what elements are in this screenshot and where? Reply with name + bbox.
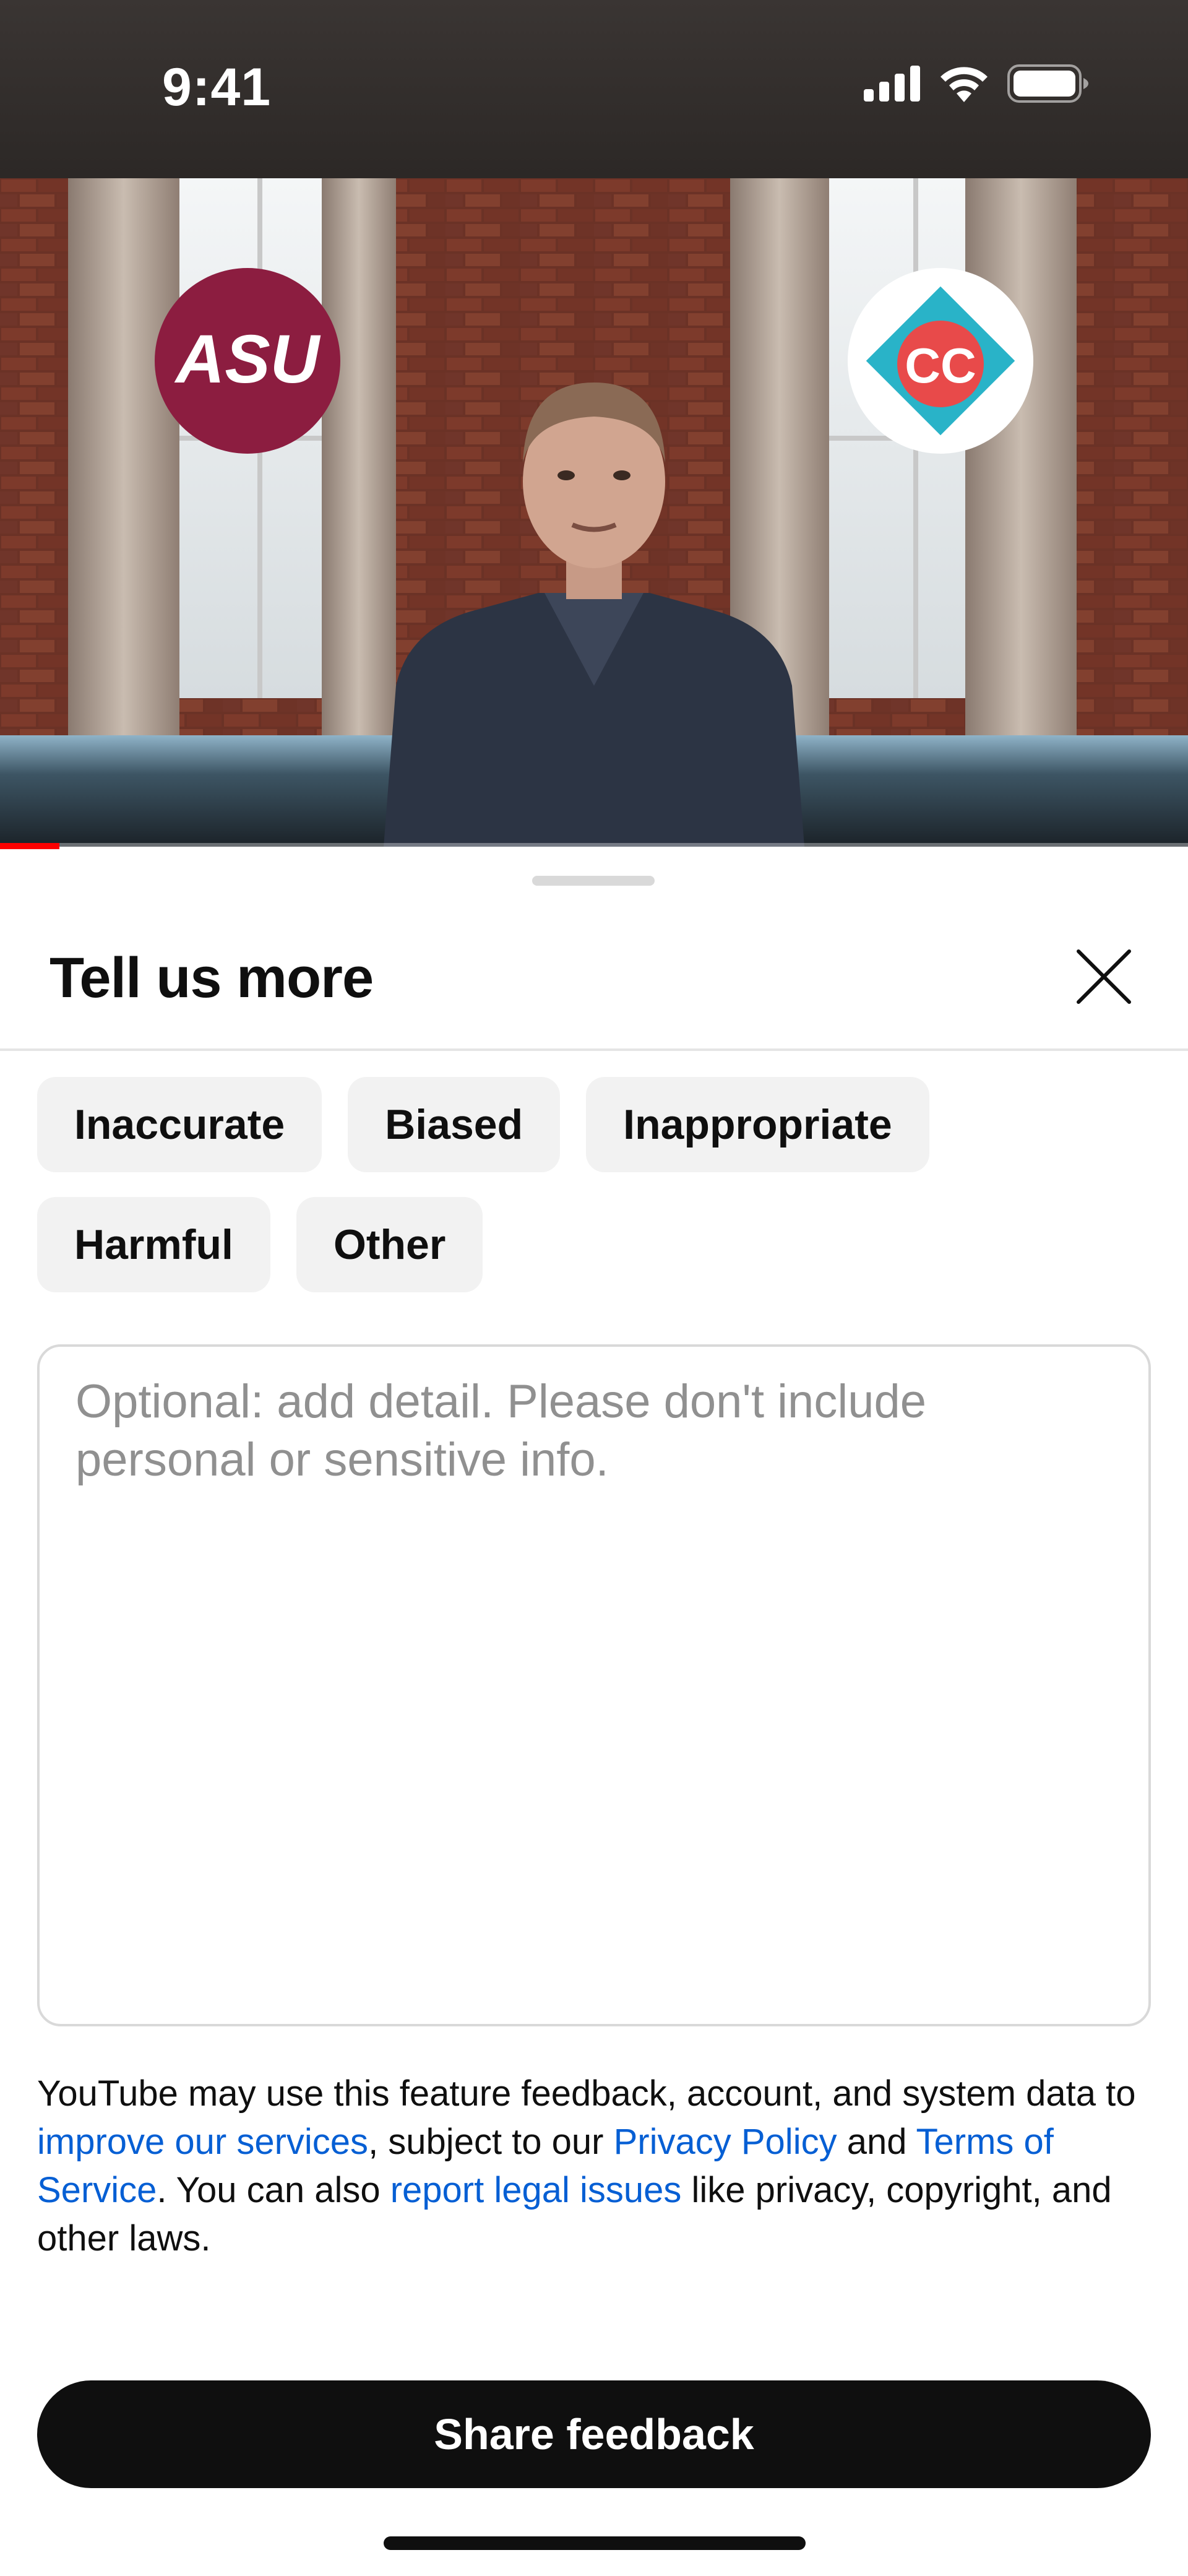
legal-text: and [837,2122,916,2162]
video-progress-track[interactable] [0,843,1188,849]
video-player[interactable]: ASU CC [0,178,1188,847]
chip-row: Harmful Other [37,1197,1151,1292]
chip-other[interactable]: Other [296,1197,483,1292]
drag-handle[interactable] [532,876,655,886]
battery-icon [1007,64,1089,106]
close-button[interactable] [1069,943,1138,1013]
legal-notice: YouTube may use this feature feedback, a… [37,2070,1151,2263]
home-indicator [384,2536,806,2550]
chip-inaccurate[interactable]: Inaccurate [37,1077,322,1172]
status-bar: 9:41 [0,0,1188,178]
signal-icon [864,66,921,105]
legal-text: YouTube may use this feature feedback, a… [37,2073,1136,2114]
video-frame: ASU CC [0,178,1188,847]
feedback-reason-chips: Inaccurate Biased Inappropriate Harmful … [37,1077,1151,1317]
privacy-policy-link[interactable]: Privacy Policy [614,2122,837,2162]
chip-biased[interactable]: Biased [348,1077,561,1172]
chip-inappropriate[interactable]: Inappropriate [586,1077,929,1172]
status-icons [864,64,1089,106]
chip-row: Inaccurate Biased Inappropriate [37,1077,1151,1172]
close-icon [1076,949,1132,1008]
feedback-sheet: Tell us more Inaccurate Biased Inappropr… [0,849,1188,2576]
improve-services-link[interactable]: improve our services [37,2122,368,2162]
share-feedback-button[interactable]: Share feedback [37,2380,1151,2488]
wifi-icon [938,65,990,105]
detail-input-box [37,1344,1151,2026]
sheet-title: Tell us more [50,946,374,1009]
legal-text: . You can also [157,2170,390,2210]
svg-text:ASU: ASU [174,321,321,397]
detail-input[interactable] [75,1373,1115,1992]
video-progress-fill [0,843,59,849]
asu-logo: ASU [155,268,340,454]
report-legal-issues-link[interactable]: report legal issues [390,2170,682,2210]
cc-logo: CC [848,268,1033,454]
svg-text:CC: CC [905,338,976,393]
legal-text: , subject to our [368,2122,614,2162]
chip-harmful[interactable]: Harmful [37,1197,270,1292]
divider [0,1048,1188,1051]
status-time: 9:41 [162,58,272,117]
